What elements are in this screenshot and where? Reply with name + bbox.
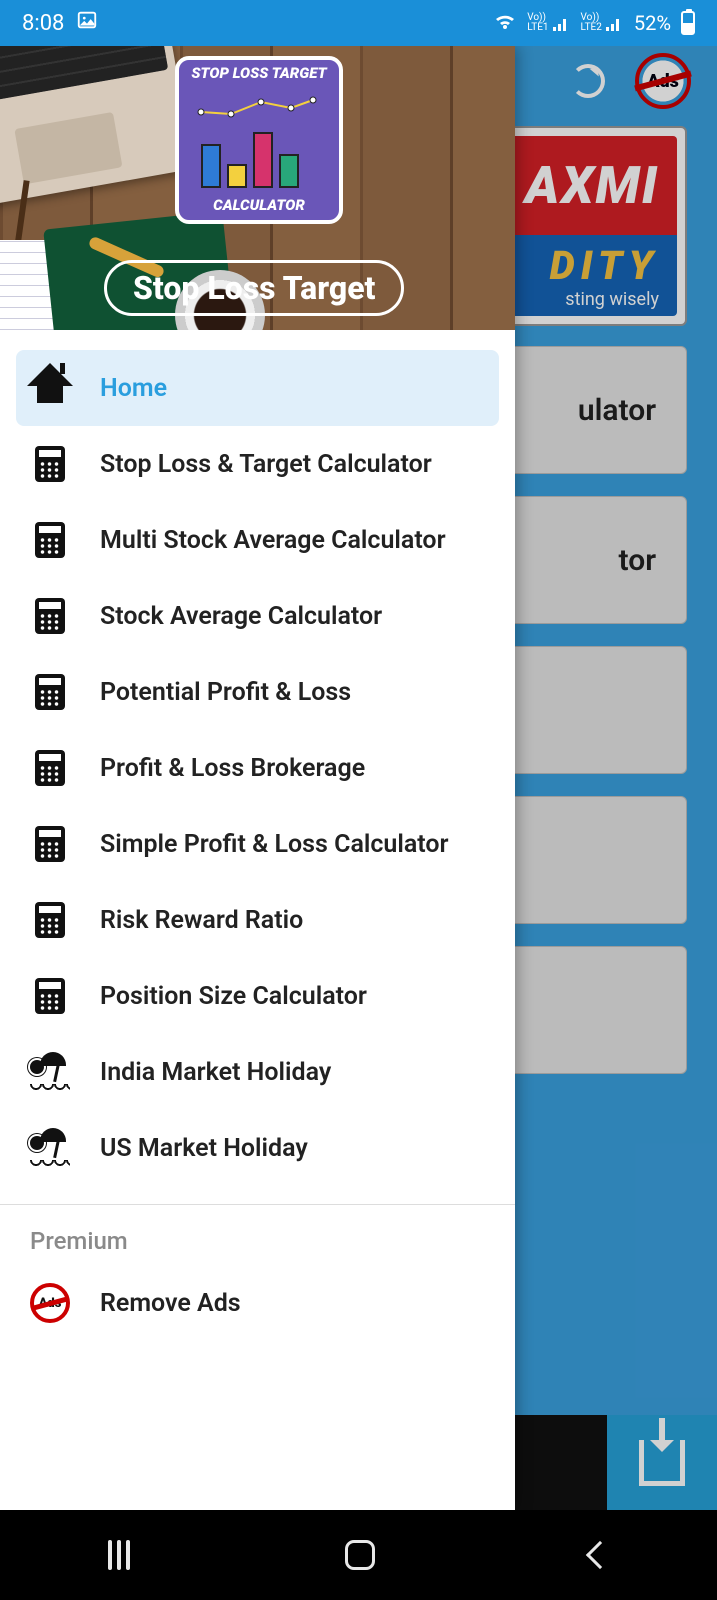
home-button[interactable] (345, 1540, 375, 1570)
beach-icon (30, 1052, 70, 1092)
drawer-title: Stop Loss Target (104, 260, 404, 316)
sim1-signal-icon: Vo))LTE1 (527, 13, 570, 33)
app-logo-badge: STOP LOSS TARGET CALCULATOR (175, 56, 343, 224)
picture-icon (76, 9, 98, 37)
menu-item-stop-loss-target[interactable]: Stop Loss & Target Calculator (16, 426, 499, 502)
calculator-icon (30, 444, 70, 484)
menu-item-label: Multi Stock Average Calculator (100, 526, 446, 555)
menu-item-label: Simple Profit & Loss Calculator (100, 830, 449, 859)
menu-item-potential-pl[interactable]: Potential Profit & Loss (16, 654, 499, 730)
menu-item-label: Position Size Calculator (100, 982, 367, 1011)
menu-item-label: Remove Ads (100, 1289, 241, 1318)
calculator-icon (30, 748, 70, 788)
calculator-icon (30, 672, 70, 712)
recents-button[interactable] (108, 1540, 130, 1570)
menu-item-risk-reward[interactable]: Risk Reward Ratio (16, 882, 499, 958)
battery-percent: 52% (634, 11, 671, 35)
menu-item-stock-avg[interactable]: Stock Average Calculator (16, 578, 499, 654)
calculator-icon (30, 900, 70, 940)
back-button[interactable] (585, 1541, 613, 1569)
system-navigation-bar (0, 1510, 717, 1600)
calculator-icon (30, 976, 70, 1016)
menu-item-home[interactable]: Home (16, 350, 499, 426)
calculator-icon (30, 520, 70, 560)
menu-item-multi-stock-avg[interactable]: Multi Stock Average Calculator (16, 502, 499, 578)
home-icon (30, 368, 70, 408)
navigation-drawer: STOP LOSS TARGET CALCULATOR Stop Loss Ta… (0, 46, 515, 1510)
menu-item-label: Stock Average Calculator (100, 602, 382, 631)
menu-item-position-size[interactable]: Position Size Calculator (16, 958, 499, 1034)
menu-item-us-holiday[interactable]: US Market Holiday (16, 1110, 499, 1186)
drawer-header: STOP LOSS TARGET CALCULATOR Stop Loss Ta… (0, 46, 515, 330)
menu-item-simple-pl[interactable]: Simple Profit & Loss Calculator (16, 806, 499, 882)
wifi-icon (493, 11, 517, 36)
menu-item-label: Stop Loss & Target Calculator (100, 450, 432, 479)
sim2-signal-icon: Vo))LTE2 (581, 13, 624, 33)
battery-icon (681, 11, 695, 35)
menu-item-label: India Market Holiday (100, 1058, 331, 1087)
drawer-menu: Home Stop Loss & Target Calculator Multi… (0, 330, 515, 1510)
no-ads-icon: Ads (30, 1283, 70, 1323)
status-time: 8:08 (22, 11, 64, 36)
menu-item-label: US Market Holiday (100, 1134, 308, 1163)
menu-item-india-holiday[interactable]: India Market Holiday (16, 1034, 499, 1110)
status-bar: 8:08 Vo))LTE1 Vo))LTE2 52% (0, 0, 717, 46)
calculator-icon (30, 596, 70, 636)
menu-item-label: Home (100, 374, 167, 403)
menu-item-label: Risk Reward Ratio (100, 906, 303, 935)
menu-item-pl-brokerage[interactable]: Profit & Loss Brokerage (16, 730, 499, 806)
premium-section-title: Premium (16, 1205, 499, 1265)
menu-item-label: Potential Profit & Loss (100, 678, 351, 707)
menu-item-label: Profit & Loss Brokerage (100, 754, 365, 783)
menu-item-remove-ads[interactable]: Ads Remove Ads (16, 1265, 499, 1341)
calculator-icon (30, 824, 70, 864)
beach-icon (30, 1128, 70, 1168)
